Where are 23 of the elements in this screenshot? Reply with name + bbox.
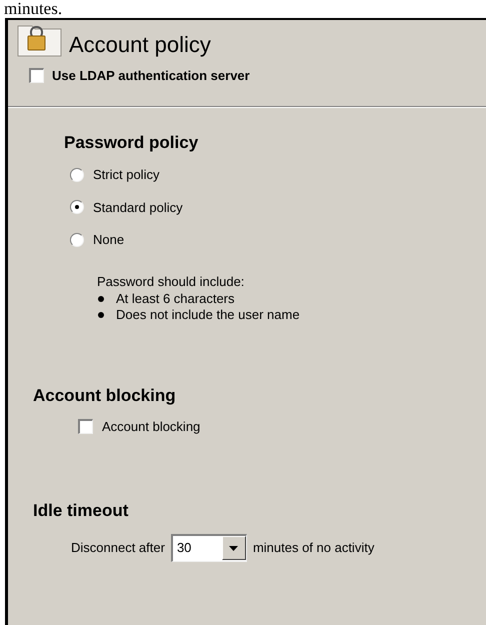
section-heading: Idle timeout	[33, 500, 130, 522]
checkbox-label: Account blocking	[102, 418, 200, 436]
account-blocking-checkbox[interactable]	[78, 418, 93, 434]
timeout-suffix: minutes of no activity	[252, 538, 374, 557]
ldap-label: Use LDAP authentication server	[52, 67, 250, 85]
page-text: minutes.	[3, 0, 64, 18]
rule-text: At least 6 characters	[116, 291, 234, 307]
timeout-dropdown[interactable]: 30	[170, 534, 247, 562]
rule-text: Does not include the user name	[116, 307, 300, 323]
radio-label: None	[93, 231, 124, 249]
section-heading: Account blocking	[33, 385, 177, 407]
section-heading: Password policy	[64, 132, 200, 154]
bullet-icon	[98, 312, 104, 318]
timeout-prefix: Disconnect after	[71, 538, 165, 557]
ldap-checkbox[interactable]	[29, 68, 44, 84]
radio-label: Strict policy	[93, 166, 160, 184]
radio-button[interactable]	[70, 168, 84, 182]
hint-text: Password should include:	[97, 272, 246, 290]
bullet-icon	[98, 296, 104, 302]
panel-title: Account policy	[69, 32, 211, 58]
radio-button[interactable]	[70, 200, 84, 214]
radio-label: Standard policy	[93, 198, 183, 217]
radio-button[interactable]	[70, 232, 84, 247]
